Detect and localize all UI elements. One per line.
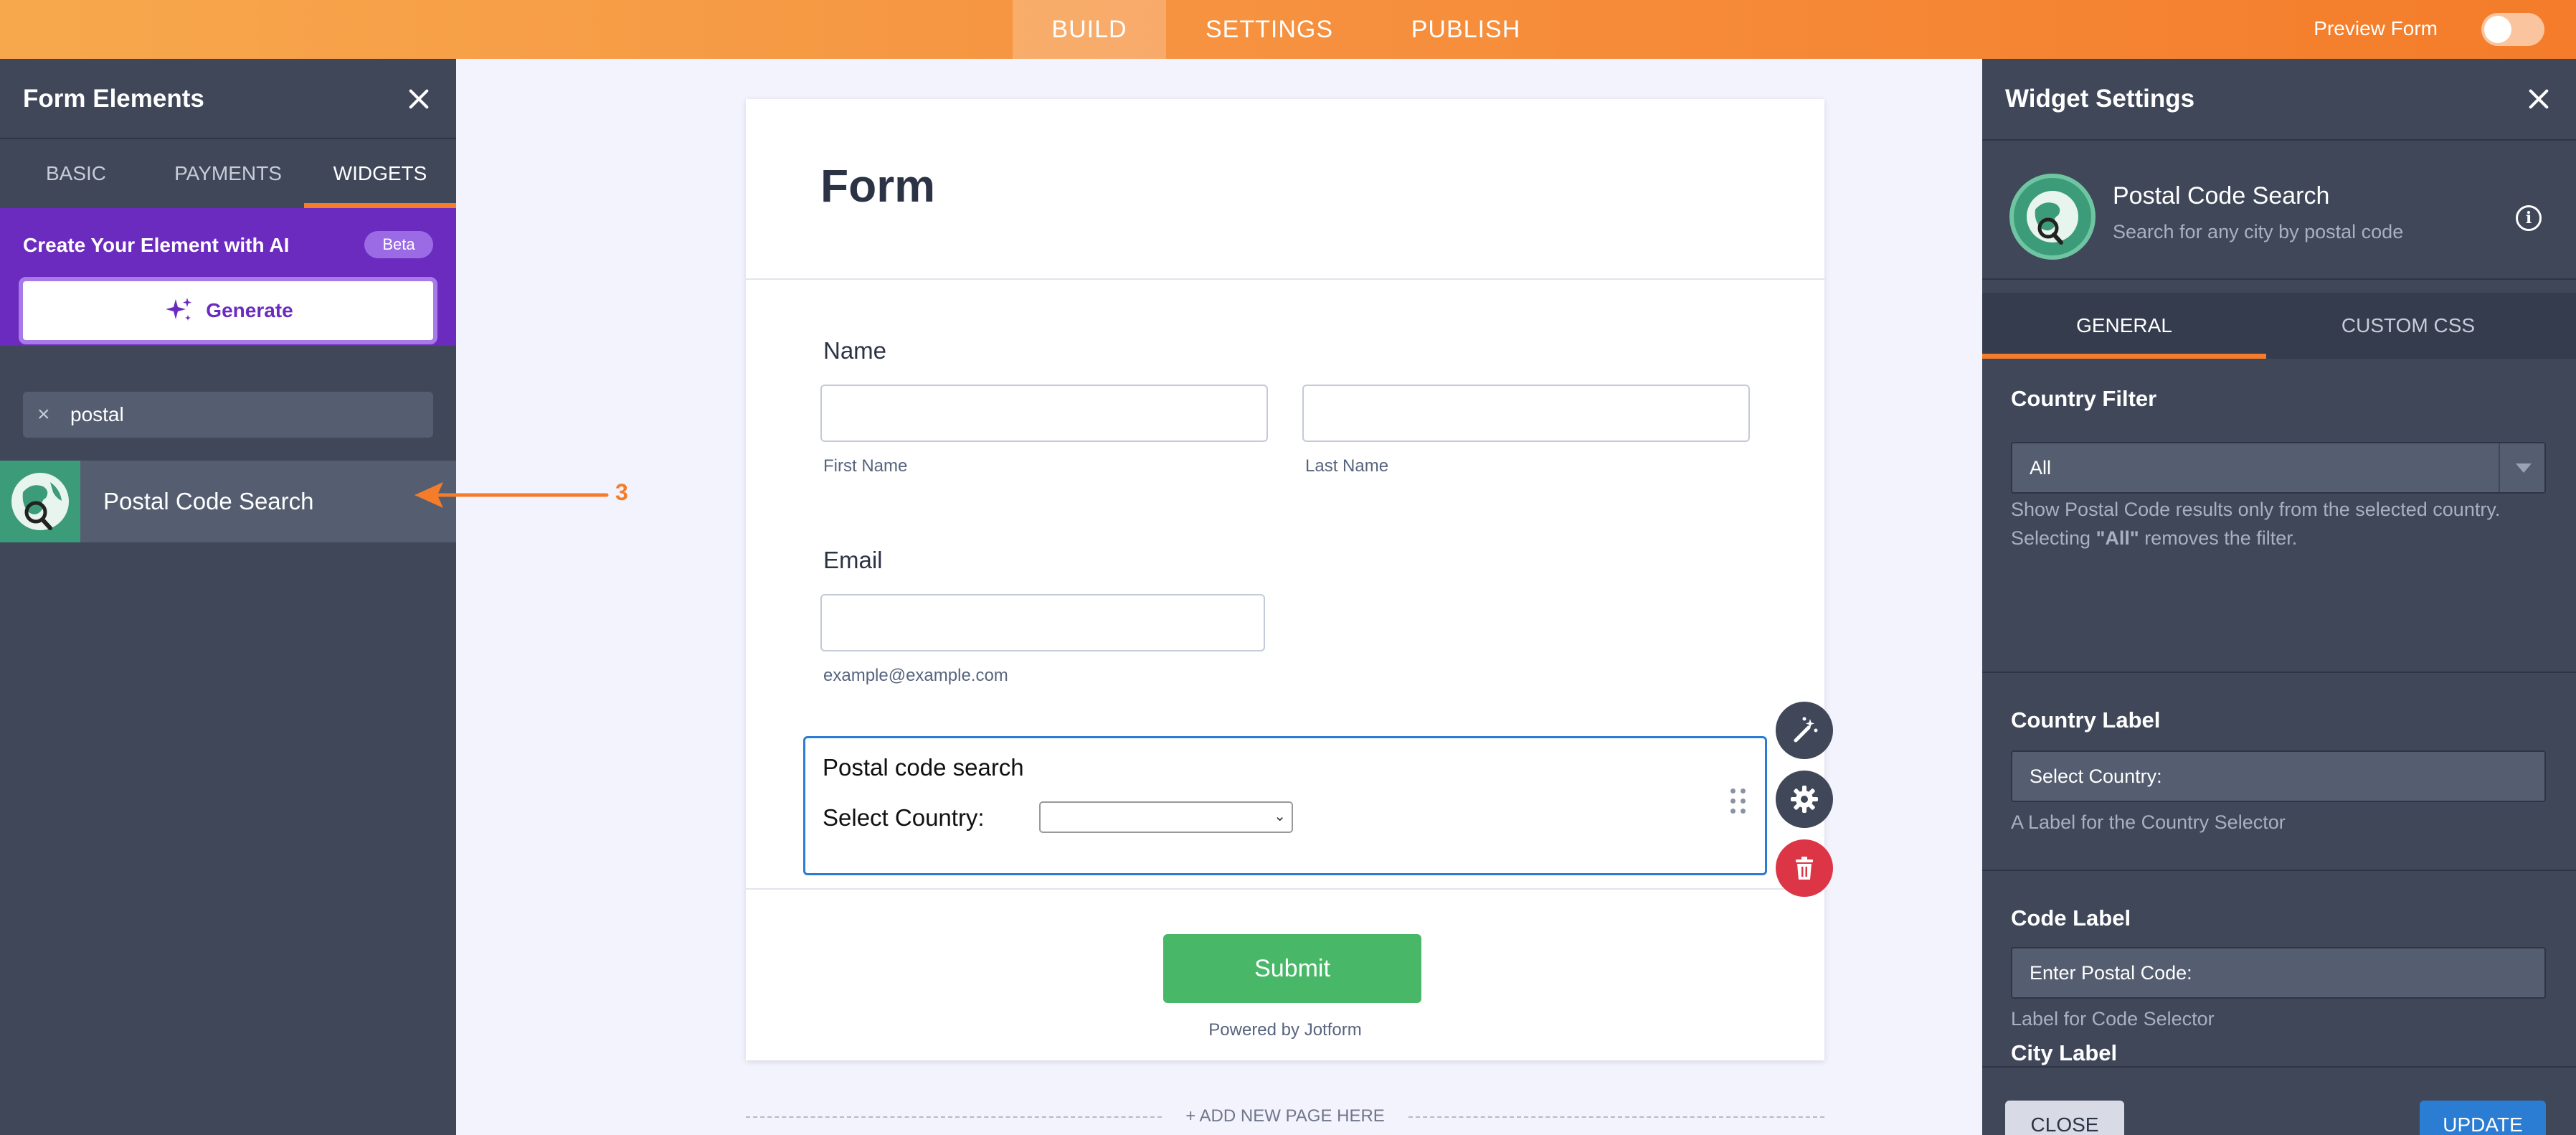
preview-form-label: Preview Form	[2314, 17, 2438, 39]
form-title[interactable]: Form	[820, 159, 935, 212]
widget-result-label: Postal Code Search	[103, 488, 314, 514]
country-filter-title: Country Filter	[2011, 386, 2157, 411]
close-icon[interactable]	[406, 86, 432, 112]
powered-by-text: Powered by Jotform	[1208, 1020, 1362, 1040]
select-country-label: Select Country:	[823, 804, 985, 831]
last-name-input[interactable]	[1302, 385, 1750, 442]
element-tabs: BASIC PAYMENTS WIDGETS	[0, 139, 456, 208]
settings-tabs: GENERAL CUSTOM CSS	[1982, 293, 2576, 359]
clear-search-icon[interactable]: ×	[37, 399, 50, 430]
email-label[interactable]: Email	[823, 547, 883, 574]
add-new-page-label[interactable]: + ADD NEW PAGE HERE	[746, 1106, 1824, 1126]
generate-button[interactable]: Generate	[19, 277, 437, 344]
ai-title: Create Your Element with AI	[23, 234, 290, 256]
email-input[interactable]	[820, 594, 1265, 651]
dropdown-caret-icon	[2499, 443, 2544, 492]
form-elements-panel: Form Elements BASIC PAYMENTS WIDGETS Cre…	[0, 59, 456, 1135]
drag-handle-icon[interactable]	[1730, 788, 1748, 814]
country-label-value: Select Country:	[2030, 766, 2162, 787]
city-label-title: City Label	[2011, 1040, 2118, 1065]
update-button[interactable]: UPDATE	[2420, 1101, 2546, 1135]
code-label-title: Code Label	[2011, 905, 2131, 931]
tab-general[interactable]: GENERAL	[1982, 293, 2266, 359]
search-input[interactable]: postal	[70, 392, 124, 438]
first-name-input[interactable]	[820, 385, 1268, 442]
tab-widgets[interactable]: WIDGETS	[304, 139, 456, 208]
annotation-number: 3	[615, 479, 628, 505]
widget-info: Postal Code Search Search for any city b…	[1982, 139, 2576, 280]
code-label-value: Enter Postal Code:	[2030, 962, 2192, 984]
widget-description: Search for any city by postal code	[2113, 221, 2404, 242]
top-bar: BUILD SETTINGS PUBLISH Preview Form	[0, 0, 2576, 59]
annotation-arrow	[415, 482, 609, 508]
ai-element-box: Create Your Element with AI Beta Generat…	[0, 208, 456, 346]
country-filter-note-line1: Show Postal Code results only from the s…	[2011, 499, 2501, 520]
country-filter-select[interactable]: All	[2011, 442, 2546, 494]
country-filter-section: Country Filter All Show Postal Code resu…	[1982, 359, 2576, 673]
footer-divider	[746, 888, 1824, 890]
country-select[interactable]: ⌄	[1039, 801, 1293, 833]
country-label-note: A Label for the Country Selector	[2011, 811, 2286, 833]
chevron-down-icon: ⌄	[1274, 809, 1286, 824]
code-label-note: Label for Code Selector	[2011, 1008, 2215, 1030]
preview-form-toggle[interactable]	[2481, 13, 2544, 46]
magic-wand-button[interactable]	[1776, 702, 1833, 759]
settings-button[interactable]	[1776, 771, 1833, 828]
sparkle-icon	[166, 298, 192, 321]
code-label-section: Code Label Enter Postal Code: Label for …	[1982, 871, 2576, 1068]
widget-settings-panel: Widget Settings Postal Code Search Searc…	[1982, 59, 2576, 1135]
widget-result-postal-code-search[interactable]: Postal Code Search	[0, 461, 456, 542]
form-elements-title: Form Elements	[23, 85, 204, 113]
globe-search-icon	[0, 461, 80, 542]
country-label-section: Country Label Select Country: A Label fo…	[1982, 673, 2576, 871]
tab-payments[interactable]: PAYMENTS	[152, 139, 304, 208]
form-card: Form Name First Name Last Name Email exa…	[746, 99, 1824, 1060]
tab-basic[interactable]: BASIC	[0, 139, 152, 208]
delete-button[interactable]	[1776, 839, 1833, 897]
beta-badge: Beta	[364, 231, 433, 258]
form-elements-header: Form Elements	[0, 59, 456, 139]
country-filter-value: All	[2030, 457, 2052, 479]
code-label-input[interactable]: Enter Postal Code:	[2011, 947, 2546, 999]
email-sublabel: example@example.com	[823, 666, 1008, 685]
postal-field-title[interactable]: Postal code search	[823, 754, 1024, 781]
first-name-sublabel: First Name	[823, 456, 908, 476]
postal-code-search-field[interactable]: Postal code search Select Country: ⌄	[803, 736, 1767, 875]
tab-settings[interactable]: SETTINGS	[1190, 0, 1348, 59]
name-label[interactable]: Name	[823, 337, 886, 364]
trash-icon	[1796, 857, 1813, 880]
generate-label: Generate	[206, 299, 293, 321]
tab-build[interactable]: BUILD	[1013, 0, 1166, 59]
add-new-page[interactable]: + ADD NEW PAGE HERE	[746, 1106, 1824, 1128]
country-label-title: Country Label	[2011, 707, 2161, 733]
postal-widget-icon	[2009, 174, 2096, 260]
widget-settings-title: Widget Settings	[2005, 85, 2195, 113]
tab-publish[interactable]: PUBLISH	[1396, 0, 1536, 59]
country-label-input[interactable]: Select Country:	[2011, 750, 2546, 802]
element-search[interactable]: × postal	[23, 392, 433, 438]
close-button[interactable]: CLOSE	[2005, 1101, 2124, 1135]
country-filter-note-line2: Selecting "All" removes the filter.	[2011, 527, 2298, 549]
gear-icon	[1791, 786, 1818, 813]
last-name-sublabel: Last Name	[1305, 456, 1389, 476]
close-settings-icon[interactable]	[2526, 86, 2552, 112]
info-icon[interactable]: i	[2516, 205, 2542, 231]
country-filter-note: Show Postal Code results only from the s…	[2011, 495, 2542, 552]
tab-custom-css[interactable]: CUSTOM CSS	[2266, 293, 2550, 359]
magic-wand-icon	[1794, 717, 1818, 743]
widget-name: Postal Code Search	[2113, 182, 2330, 209]
form-header[interactable]: Form	[746, 99, 1824, 280]
submit-button[interactable]: Submit	[1163, 934, 1421, 1003]
toggle-knob	[2484, 16, 2511, 43]
